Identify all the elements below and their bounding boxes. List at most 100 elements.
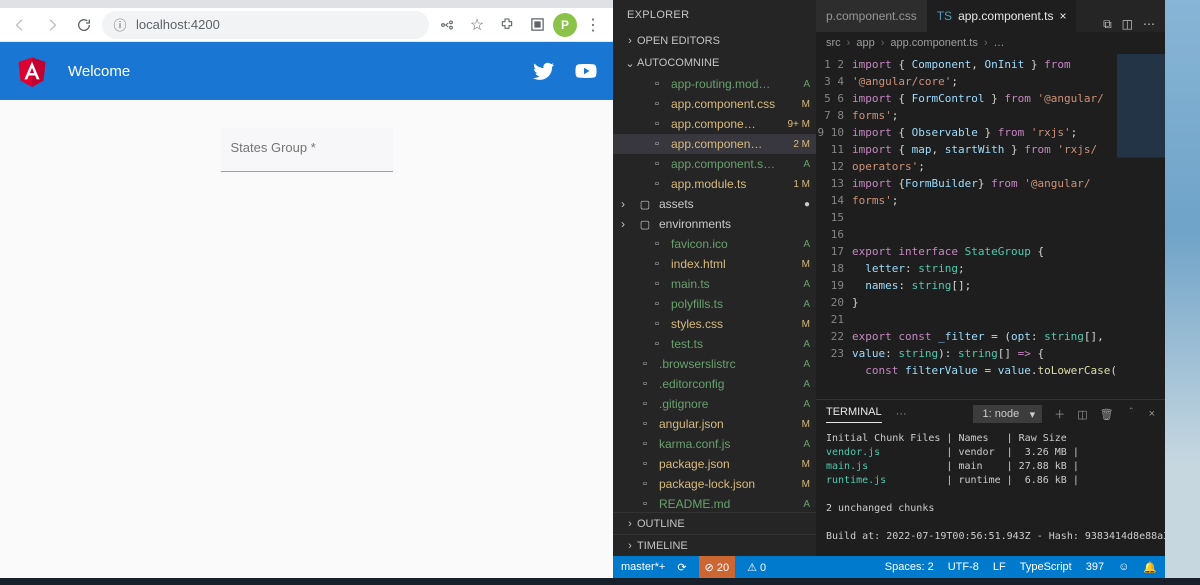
file-icon: ▫: [637, 418, 653, 430]
feedback-icon[interactable]: ☺: [1118, 561, 1129, 573]
status-bar: master*+ ⟳ ⊘ 20 ⚠ 0 Spaces: 2 UTF-8 LF T…: [613, 556, 1165, 578]
chevron-right-icon: ›: [621, 197, 625, 211]
file-label: favicon.ico: [671, 237, 816, 251]
close-icon[interactable]: ×: [1059, 9, 1066, 23]
tree-file[interactable]: ▫README.mdA: [613, 494, 816, 512]
split-terminal-icon[interactable]: ◫: [1077, 408, 1087, 421]
bookmark-icon[interactable]: ☆: [463, 11, 491, 39]
terminal-more-icon[interactable]: ···: [896, 408, 907, 420]
git-status-badge: A: [803, 159, 810, 170]
spaces-indicator[interactable]: Spaces: 2: [885, 561, 934, 573]
desktop-wallpaper: [1165, 0, 1200, 578]
states-group-input[interactable]: States Group *: [221, 128, 393, 172]
forward-button[interactable]: [38, 11, 66, 39]
git-status-badge: M: [802, 479, 810, 490]
chrome-tabstrip[interactable]: [0, 0, 613, 8]
file-icon: ▫: [649, 298, 665, 310]
reading-mode-icon[interactable]: [523, 11, 551, 39]
tree-file[interactable]: ▫app.component.cssM: [613, 94, 816, 114]
git-status-badge: M: [802, 319, 810, 330]
crumb[interactable]: app: [856, 37, 874, 49]
branch-indicator[interactable]: master*+: [621, 561, 665, 573]
sync-icon[interactable]: ⟳: [677, 561, 686, 574]
tree-file[interactable]: ▫favicon.icoA: [613, 234, 816, 254]
reload-button[interactable]: [70, 11, 98, 39]
tree-file[interactable]: ▫app.component.s…A: [613, 154, 816, 174]
file-label: .browserslistrc: [659, 357, 816, 371]
split-editor-icon[interactable]: ◫: [1122, 17, 1133, 32]
tree-file[interactable]: ▫.editorconfigA: [613, 374, 816, 394]
linecol-indicator[interactable]: 397: [1086, 561, 1104, 573]
more-icon[interactable]: ⋯: [1143, 17, 1155, 32]
compare-changes-icon[interactable]: ⧉: [1103, 17, 1112, 32]
tree-file[interactable]: ▫karma.conf.jsA: [613, 434, 816, 454]
crumb[interactable]: app.component.ts: [890, 37, 977, 49]
extensions-icon[interactable]: [493, 11, 521, 39]
profile-avatar[interactable]: P: [553, 13, 577, 37]
tree-file[interactable]: ▫app.componen…2 M: [613, 134, 816, 154]
warnings-indicator[interactable]: ⚠ 0: [747, 561, 766, 574]
breadcrumb[interactable]: src›app›app.component.ts›…: [816, 32, 1165, 54]
tree-file[interactable]: ▫app-routing.mod…A: [613, 74, 816, 94]
tree-file[interactable]: ▫polyfills.tsA: [613, 294, 816, 314]
tree-folder[interactable]: ›▢environments: [613, 214, 816, 234]
tab-ts[interactable]: TS app.component.ts ×: [927, 0, 1077, 32]
address-bar[interactable]: ⓘ localhost:4200: [102, 11, 429, 39]
encoding-indicator[interactable]: UTF-8: [948, 561, 979, 573]
youtube-icon[interactable]: [575, 60, 597, 82]
project-section[interactable]: ⌄ AUTOCOMNINE: [613, 52, 816, 74]
tree-file[interactable]: ▫test.tsA: [613, 334, 816, 354]
errors-indicator[interactable]: ⊘ 20: [699, 556, 736, 578]
terminal-output[interactable]: Initial Chunk Files | Names | Raw Size v…: [816, 428, 1165, 556]
crumb[interactable]: src: [826, 37, 841, 49]
eol-indicator[interactable]: LF: [993, 561, 1006, 573]
git-status-badge: M: [802, 99, 810, 110]
notifications-icon[interactable]: 🔔: [1143, 561, 1157, 574]
tree-file[interactable]: ▫app.compone…9+ M: [613, 114, 816, 134]
share-icon[interactable]: [433, 11, 461, 39]
tree-file[interactable]: ▫angular.jsonM: [613, 414, 816, 434]
chrome-window: ⓘ localhost:4200 ☆ P ⋮ Welcome: [0, 0, 613, 578]
windows-taskbar[interactable]: [0, 578, 1200, 585]
tab-css[interactable]: p.component.css: [816, 0, 927, 32]
git-status-badge: M: [802, 259, 810, 270]
file-icon: ▫: [637, 498, 653, 510]
ts-file-icon: TS: [937, 9, 952, 23]
terminal-tab[interactable]: TERMINAL: [826, 406, 882, 423]
outline-label: OUTLINE: [637, 518, 685, 530]
new-terminal-icon[interactable]: ＋: [1054, 406, 1065, 422]
file-label: .editorconfig: [659, 377, 816, 391]
minimap[interactable]: [1117, 54, 1165, 399]
timeline-section[interactable]: › TIMELINE: [613, 534, 816, 556]
language-indicator[interactable]: TypeScript: [1020, 561, 1072, 573]
terminal-dropdown[interactable]: 1: node: [973, 405, 1042, 423]
angular-logo-icon: [16, 55, 48, 87]
file-icon: ▫: [649, 318, 665, 330]
tree-file[interactable]: ▫styles.cssM: [613, 314, 816, 334]
open-editors-section[interactable]: › OPEN EDITORS: [613, 30, 816, 52]
code-editor[interactable]: import { Component, OnInit } from '@angu…: [852, 54, 1117, 399]
tree-file[interactable]: ▫app.module.ts1 M: [613, 174, 816, 194]
crumb[interactable]: …: [994, 37, 1005, 49]
back-button[interactable]: [6, 11, 34, 39]
file-label: karma.conf.js: [659, 437, 816, 451]
close-panel-icon[interactable]: ×: [1149, 408, 1155, 420]
file-label: README.md: [659, 497, 816, 511]
site-info-icon[interactable]: ⓘ: [112, 15, 128, 34]
url-text: localhost:4200: [136, 17, 220, 32]
tree-file[interactable]: ▫package-lock.jsonM: [613, 474, 816, 494]
tree-file[interactable]: ▫.gitignoreA: [613, 394, 816, 414]
twitter-icon[interactable]: [533, 60, 555, 82]
tree-folder[interactable]: ›▢assets●: [613, 194, 816, 214]
tree-file[interactable]: ▫package.jsonM: [613, 454, 816, 474]
git-status-badge: A: [803, 299, 810, 310]
chrome-menu-icon[interactable]: ⋮: [579, 11, 607, 39]
maximize-panel-icon[interactable]: ＾: [1126, 406, 1137, 422]
kill-terminal-icon[interactable]: 🗑: [1100, 408, 1114, 421]
tree-file[interactable]: ▫index.htmlM: [613, 254, 816, 274]
git-status-badge: A: [803, 339, 810, 350]
tree-file[interactable]: ▫main.tsA: [613, 274, 816, 294]
git-status-badge: A: [803, 379, 810, 390]
tree-file[interactable]: ▫.browserslistrcA: [613, 354, 816, 374]
outline-section[interactable]: › OUTLINE: [613, 512, 816, 534]
